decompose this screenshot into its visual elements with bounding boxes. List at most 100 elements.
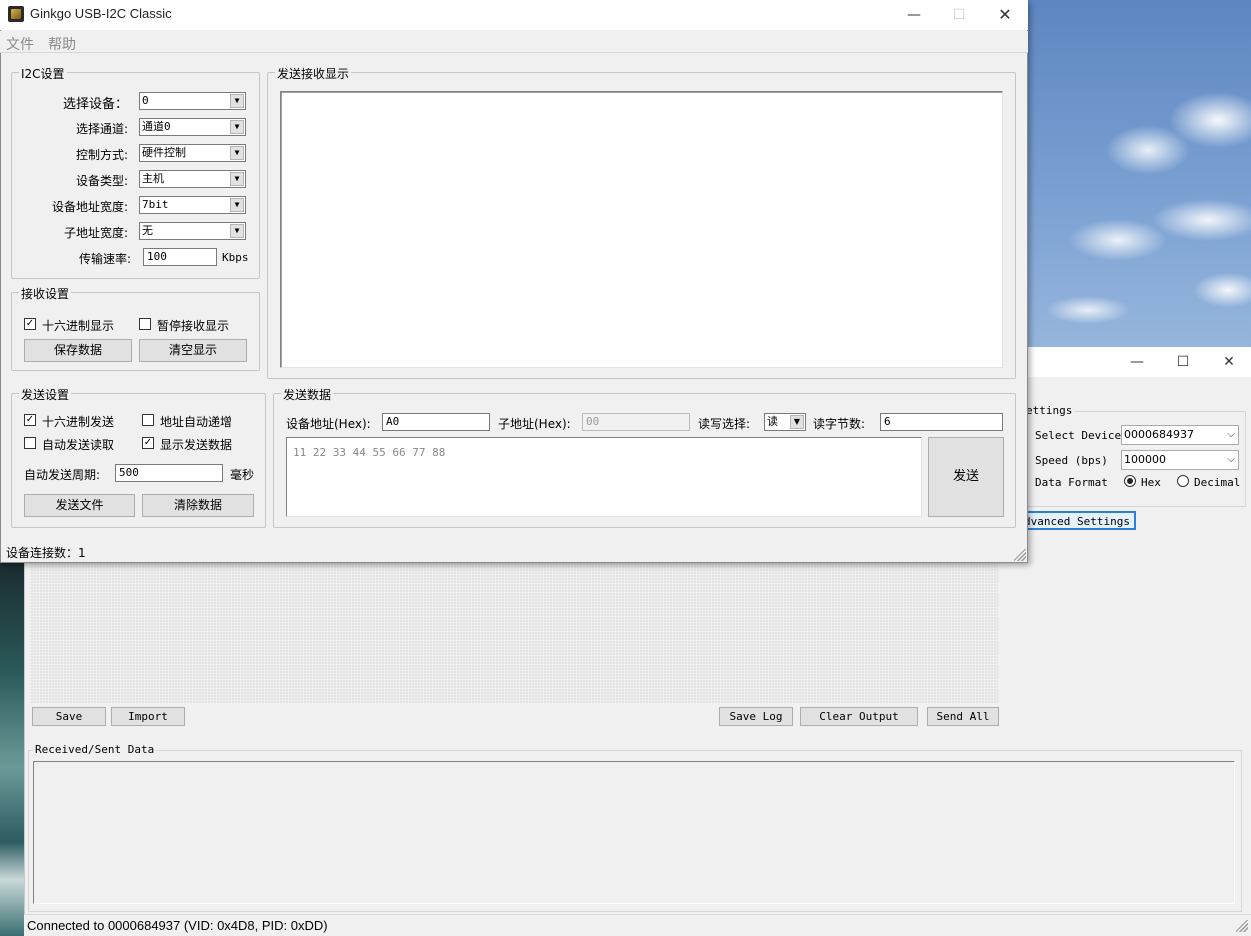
address-auto-increment-label: 地址自动递增 bbox=[160, 415, 233, 429]
chevron-down-icon: ⌵ bbox=[1227, 454, 1235, 465]
dropdown-arrow-icon: ▼ bbox=[230, 172, 244, 186]
settings-group-title: ettings bbox=[1024, 404, 1075, 417]
resize-grip-icon[interactable] bbox=[1014, 549, 1026, 561]
save-data-button[interactable]: 保存数据 bbox=[24, 339, 132, 362]
speed-label: Speed (bps) bbox=[1035, 454, 1108, 467]
received-sent-title: Received/Sent Data bbox=[33, 743, 157, 756]
transfer-rate-unit: Kbps bbox=[222, 251, 249, 264]
close-icon[interactable]: ✕ bbox=[1206, 347, 1251, 377]
dropdown-arrow-icon: ▼ bbox=[230, 120, 244, 134]
send-button[interactable]: 发送 bbox=[928, 437, 1004, 517]
command-list-area[interactable] bbox=[30, 560, 998, 704]
close-icon[interactable]: ✕ bbox=[982, 0, 1028, 30]
show-send-data-checkbox[interactable]: ✓ bbox=[142, 437, 154, 449]
show-send-data-label: 显示发送数据 bbox=[160, 438, 233, 452]
select-channel-label: 选择通道: bbox=[75, 122, 128, 136]
hex-send-checkbox[interactable]: ✓ bbox=[24, 414, 36, 426]
sub-address-width-label: 子地址宽度: bbox=[63, 226, 128, 240]
auto-send-read-checkbox[interactable] bbox=[24, 437, 36, 449]
dropdown-arrow-icon: ▼ bbox=[230, 224, 244, 238]
auto-send-period-unit: 毫秒 bbox=[230, 468, 255, 482]
send-settings-title: 发送设置 bbox=[19, 386, 72, 403]
hex-send-label: 十六进制发送 bbox=[42, 415, 115, 429]
receive-settings-title: 接收设置 bbox=[19, 285, 72, 302]
format-hex-radio[interactable] bbox=[1124, 475, 1136, 487]
device-address-label: 设备地址(Hex): bbox=[286, 417, 371, 431]
data-format-label: Data Format bbox=[1035, 476, 1108, 489]
connection-status-text: Connected to 0000684937 (VID: 0x4D8, PID… bbox=[27, 918, 328, 933]
minimize-icon[interactable]: — bbox=[1114, 347, 1160, 377]
address-width-value: 7bit bbox=[142, 198, 169, 211]
save-log-button[interactable]: Save Log bbox=[719, 707, 793, 726]
read-bytes-label: 读字节数: bbox=[813, 417, 866, 431]
transfer-rate-input[interactable]: 100 bbox=[143, 248, 217, 266]
control-mode-label: 控制方式: bbox=[75, 148, 128, 162]
pause-display-checkbox[interactable] bbox=[139, 318, 151, 330]
address-width-combo[interactable]: 7bit ▼ bbox=[139, 196, 246, 214]
device-address-input[interactable]: A0 bbox=[382, 413, 490, 431]
select-device-value: 0000684937 bbox=[1124, 428, 1194, 441]
select-device-value: 0 bbox=[142, 94, 149, 107]
maximize-icon[interactable]: ☐ bbox=[1160, 347, 1206, 377]
select-device-combo[interactable]: 0 ▼ bbox=[139, 92, 246, 110]
resize-grip-icon[interactable] bbox=[1236, 920, 1248, 932]
desktop-wallpaper-sky bbox=[1028, 0, 1251, 350]
menu-bar: 文件 帮助 bbox=[0, 31, 1028, 53]
select-channel-combo[interactable]: 通道0 ▼ bbox=[139, 118, 246, 136]
read-write-select-label: 读写选择: bbox=[698, 417, 751, 431]
send-data-title: 发送数据 bbox=[281, 386, 334, 403]
device-count-status: 设备连接数：1 bbox=[6, 546, 86, 560]
import-button[interactable]: Import bbox=[111, 707, 185, 726]
dropdown-arrow-icon: ▼ bbox=[790, 415, 804, 429]
read-write-select[interactable]: 读 ▼ bbox=[764, 413, 806, 431]
address-auto-increment-checkbox[interactable] bbox=[142, 414, 154, 426]
address-width-label: 设备地址宽度: bbox=[51, 200, 128, 214]
app-logo-icon bbox=[8, 6, 24, 22]
read-bytes-input[interactable]: 6 bbox=[880, 413, 1003, 431]
received-sent-textbox[interactable] bbox=[33, 761, 1235, 904]
dropdown-arrow-icon: ▼ bbox=[230, 146, 244, 160]
sub-address-width-combo[interactable]: 无 ▼ bbox=[139, 222, 246, 240]
control-mode-value: 硬件控制 bbox=[142, 146, 186, 159]
sub-address-label: 子地址(Hex): bbox=[498, 417, 571, 431]
speed-value: 100000 bbox=[1124, 453, 1166, 466]
clear-output-button[interactable]: Clear Output bbox=[800, 707, 918, 726]
pause-display-label: 暂停接收显示 bbox=[157, 319, 230, 333]
send-file-button[interactable]: 发送文件 bbox=[24, 494, 135, 517]
auto-send-period-label: 自动发送周期: bbox=[24, 468, 101, 482]
speed-dropdown[interactable]: 100000 ⌵ bbox=[1121, 450, 1239, 470]
device-type-label: 设备类型: bbox=[75, 174, 128, 188]
dropdown-arrow-icon: ▼ bbox=[230, 94, 244, 108]
format-decimal-label: Decimal bbox=[1194, 476, 1241, 489]
send-data-textbox[interactable]: 11 22 33 44 55 66 77 88 bbox=[286, 437, 922, 517]
clear-display-button[interactable]: 清空显示 bbox=[139, 339, 247, 362]
read-write-value: 读 bbox=[767, 415, 778, 428]
background-window-titlebar: — ☐ ✕ bbox=[1004, 347, 1251, 377]
save-button[interactable]: Save bbox=[32, 707, 106, 726]
i2c-settings-title: I2C设置 bbox=[19, 65, 67, 82]
select-device-dropdown[interactable]: 0000684937 ⌵ bbox=[1121, 425, 1239, 445]
device-type-combo[interactable]: 主机 ▼ bbox=[139, 170, 246, 188]
desktop-wallpaper-sea bbox=[0, 560, 24, 936]
auto-send-read-label: 自动发送读取 bbox=[42, 438, 115, 452]
menu-help[interactable]: 帮助 bbox=[48, 34, 76, 54]
menu-file[interactable]: 文件 bbox=[6, 34, 34, 54]
select-device-label: Select Device bbox=[1035, 429, 1122, 442]
send-receive-display-textbox[interactable] bbox=[280, 91, 1003, 368]
hex-display-checkbox[interactable]: ✓ bbox=[24, 318, 36, 330]
auto-send-period-input[interactable]: 500 bbox=[115, 464, 223, 482]
transfer-rate-label: 传输速率: bbox=[78, 252, 131, 266]
send-all-button[interactable]: Send All bbox=[927, 707, 999, 726]
format-decimal-radio[interactable] bbox=[1177, 475, 1189, 487]
dropdown-arrow-icon: ▼ bbox=[230, 198, 244, 212]
sub-address-input: 00 bbox=[582, 413, 690, 431]
window-title: Ginkgo USB-I2C Classic bbox=[30, 6, 172, 21]
chevron-down-icon: ⌵ bbox=[1227, 429, 1235, 440]
minimize-icon[interactable]: — bbox=[891, 0, 937, 30]
format-hex-label: Hex bbox=[1141, 476, 1161, 489]
advanced-settings-button[interactable]: dvanced Settings bbox=[1018, 511, 1136, 530]
send-receive-display-title: 发送接收显示 bbox=[275, 65, 352, 82]
sub-address-width-value: 无 bbox=[142, 224, 153, 237]
control-mode-combo[interactable]: 硬件控制 ▼ bbox=[139, 144, 246, 162]
clear-send-data-button[interactable]: 清除数据 bbox=[142, 494, 254, 517]
